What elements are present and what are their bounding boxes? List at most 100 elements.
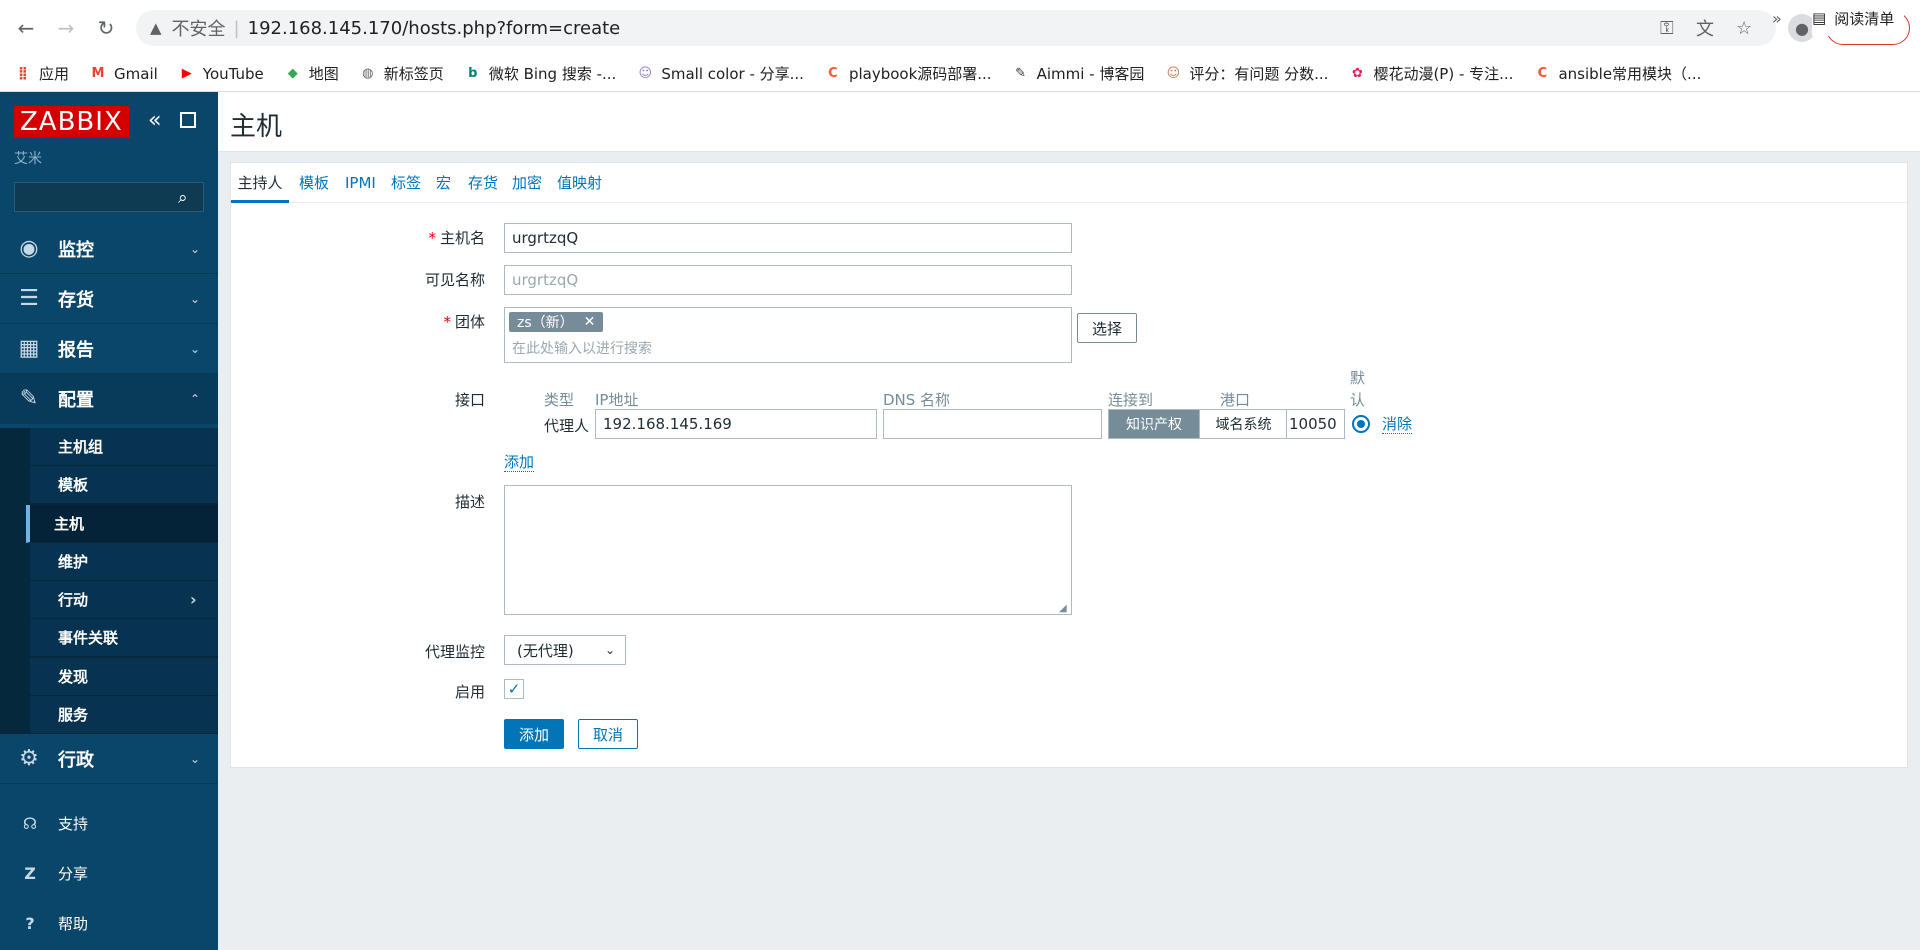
kiosk-mode-icon[interactable] xyxy=(180,112,196,128)
submenu-item-label: 维护 xyxy=(58,552,89,571)
address-bar[interactable]: ▲ 不安全 | 192.168.145.170/hosts.php?form=c… xyxy=(136,10,1776,46)
bookmark-label: Small color - 分享... xyxy=(661,65,804,83)
interface-col-default: 默认 xyxy=(1350,369,1366,409)
apps-grid-icon: ⣿ xyxy=(17,66,29,81)
proxy-selected-value: (无代理) xyxy=(517,641,574,660)
enabled-label: 启用 xyxy=(454,683,485,701)
host-name-input[interactable] xyxy=(504,223,1072,253)
eye-icon: ◉ xyxy=(19,236,39,261)
star-icon[interactable]: ☆ xyxy=(1736,10,1752,46)
groups-multiselect[interactable]: zs（新） ✕ 在此处输入以进行搜索 xyxy=(504,307,1072,363)
bookmark-label: ansible常用模块（... xyxy=(1558,65,1702,83)
reading-list-button[interactable]: ▤ 阅读清单 xyxy=(1812,0,1905,36)
interface-col-connect: 连接到 xyxy=(1108,391,1154,409)
gear-icon: ⚙ xyxy=(19,746,39,771)
footer-item-2[interactable]: ? 帮助 xyxy=(0,898,218,948)
cancel-button[interactable]: 取消 xyxy=(578,719,638,749)
menu-section-3[interactable]: ✎ 配置 ⌃ xyxy=(0,374,218,424)
submenu-item-5[interactable]: 事件关联 xyxy=(30,619,218,658)
submenu-item-6[interactable]: 发现 xyxy=(30,657,218,696)
footer-item-1[interactable]: Z 分享 xyxy=(0,848,218,898)
youtube-icon: ▶ xyxy=(181,66,192,81)
bookmark-item[interactable]: ▶ YouTube xyxy=(178,65,264,83)
submenu-item-label: 模板 xyxy=(58,476,89,495)
submenu-item-0[interactable]: 主机组 xyxy=(30,428,218,466)
bookmark-label: Gmail xyxy=(114,64,158,83)
enabled-checkbox[interactable]: ✓ xyxy=(504,679,524,699)
forward-arrow-icon[interactable]: → xyxy=(52,14,80,42)
help-icon: ? xyxy=(25,913,35,933)
back-arrow-icon[interactable]: ← xyxy=(12,14,40,42)
reload-icon[interactable]: ↻ xyxy=(92,14,120,42)
select-groups-button[interactable]: 选择 xyxy=(1077,313,1137,343)
groups-search-placeholder[interactable]: 在此处输入以进行搜索 xyxy=(512,338,652,358)
default-interface-radio[interactable] xyxy=(1352,415,1370,433)
menu-section-1[interactable]: ☰ 存货 ⌄ xyxy=(0,274,218,324)
description-textarea[interactable] xyxy=(504,485,1072,615)
warning-triangle-icon: ▲ xyxy=(150,19,162,37)
menu-section-label: 配置 xyxy=(58,389,94,411)
collapse-sidebar-icon[interactable]: « xyxy=(148,108,161,133)
chevron-down-icon: ⌄ xyxy=(190,341,201,356)
bookmark-item[interactable]: ☺ Small color - 分享... xyxy=(636,63,804,84)
bookmark-item[interactable]: M Gmail xyxy=(89,65,158,83)
tab-4[interactable]: 宏 xyxy=(436,163,451,203)
chevron-up-icon: ⌃ xyxy=(190,391,201,406)
bookmarks-more-button[interactable]: » xyxy=(1772,0,1782,36)
tab-3[interactable]: 标签 xyxy=(391,163,421,203)
sidebar-search-input[interactable] xyxy=(14,182,204,212)
footer-item-label: 支持 xyxy=(58,814,89,833)
bookmark-item[interactable]: ◆ 地图 xyxy=(284,63,339,84)
visible-name-input[interactable] xyxy=(504,265,1072,295)
interface-port-input[interactable] xyxy=(1286,409,1345,439)
bookmark-label: 新标签页 xyxy=(383,65,444,83)
menu-section-0[interactable]: ◉ 监控 ⌄ xyxy=(0,224,218,274)
bookmark-item[interactable]: ◍ 新标签页 xyxy=(359,63,444,84)
menu-section-2[interactable]: ▦ 报告 ⌄ xyxy=(0,324,218,374)
tab-7[interactable]: 值映射 xyxy=(557,163,602,203)
bookmark-item[interactable]: ✎ Aimmi - 博客园 xyxy=(1012,63,1144,84)
footer-item-0[interactable]: ☊ 支持 xyxy=(0,798,218,848)
bookmark-item[interactable]: b 微软 Bing 搜索 -... xyxy=(464,63,616,84)
connect-ip-button[interactable]: 知识产权 xyxy=(1109,410,1199,438)
submenu-item-7[interactable]: 服务 xyxy=(30,695,218,734)
submenu-item-4[interactable]: 行动 › xyxy=(30,581,218,619)
bookmark-item[interactable]: ☺ 评分：有问题 分数... xyxy=(1164,63,1329,84)
tab-0[interactable]: 主持人 xyxy=(231,163,289,203)
add-button[interactable]: 添加 xyxy=(504,719,564,749)
submenu-item-label: 发现 xyxy=(58,667,89,686)
connect-dns-button[interactable]: 域名系统 xyxy=(1199,410,1287,438)
address-separator: | xyxy=(233,17,240,39)
tab-2[interactable]: IPMI xyxy=(345,163,376,203)
add-interface-link[interactable]: 添加 xyxy=(504,453,535,472)
interfaces-label: 接口 xyxy=(454,391,485,409)
tab-1[interactable]: 模板 xyxy=(299,163,329,203)
host-form-panel: 主持人模板 IPMI 标签宏存货加密值映射 *主机名 可见名称 *团体 zs（新） … xyxy=(230,162,1908,768)
bookmark-item[interactable]: ✿ 樱花动漫(P) - 专注... xyxy=(1348,63,1513,84)
submenu-item-3[interactable]: 维护 xyxy=(30,542,218,581)
menu-section-admin[interactable]: ⚙ 行政 ⌄ xyxy=(0,734,218,784)
chart-icon: ▦ xyxy=(18,336,40,361)
tab-5[interactable]: 存货 xyxy=(468,163,498,203)
zabbix-logo[interactable]: ZABBIX xyxy=(14,106,129,138)
interface-ip-input[interactable] xyxy=(595,409,877,439)
submenu-item-label: 主机组 xyxy=(58,438,104,456)
submenu-item-1[interactable]: 模板 xyxy=(30,466,218,505)
translate-icon[interactable]: 文 xyxy=(1696,10,1714,46)
bookmark-item[interactable]: Cansible常用模块（... xyxy=(1533,63,1702,84)
tab-6[interactable]: 加密 xyxy=(512,163,542,203)
avatar-icon: ☺ xyxy=(1166,66,1181,81)
interface-dns-input[interactable] xyxy=(883,409,1102,439)
menu-section-label: 行政 xyxy=(58,749,94,771)
proxy-select[interactable]: (无代理) ⌄ xyxy=(504,635,626,665)
submenu-item-label: 事件关联 xyxy=(58,629,119,648)
submenu-item-2[interactable]: 主机 xyxy=(26,504,218,543)
resize-handle-icon[interactable]: ◢ xyxy=(1059,603,1067,614)
bookmark-label: 评分：有问题 分数... xyxy=(1189,65,1329,83)
bookmark-item[interactable]: Cplaybook源码部署... xyxy=(824,63,991,84)
close-icon[interactable]: ✕ xyxy=(584,314,596,330)
remove-interface-link[interactable]: 消除 xyxy=(1382,415,1413,434)
key-icon[interactable]: ⚿ xyxy=(1660,10,1674,46)
search-icon[interactable]: ⌕ xyxy=(178,188,188,208)
bookmark-item[interactable]: ⣿ 应用 xyxy=(14,63,69,84)
